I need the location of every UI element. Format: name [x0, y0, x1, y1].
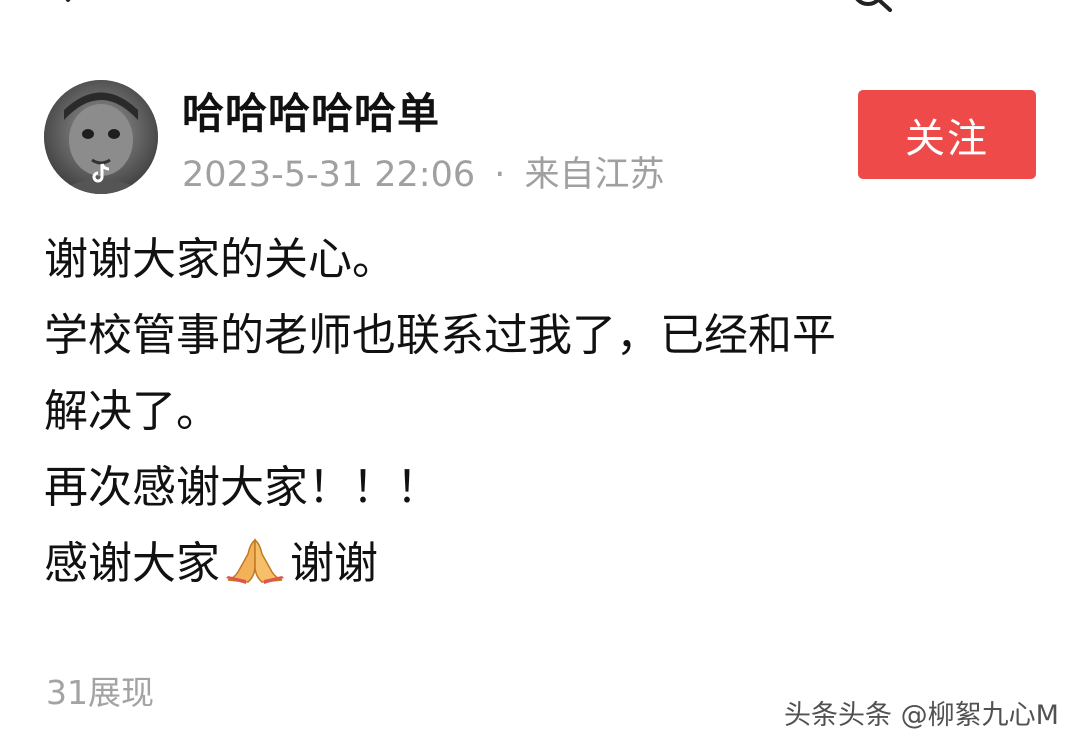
watermark: 头条头条 @柳絮九心M	[784, 700, 1059, 731]
folded-hands-icon	[226, 538, 284, 584]
meta-separator: ·	[494, 155, 506, 195]
post-line-with-emoji: 感谢大家 谢谢	[44, 526, 1034, 602]
back-arrow-icon[interactable]	[58, 0, 86, 14]
author-name[interactable]: 哈哈哈哈哈单	[182, 80, 440, 141]
avatar[interactable]	[44, 80, 158, 194]
post-location: 来自江苏	[524, 155, 665, 195]
post-line: 学校管事的老师也联系过我了，已经和平	[44, 310, 836, 361]
post-text-segment: 谢谢	[290, 538, 378, 589]
follow-button[interactable]: 关注	[858, 90, 1036, 179]
post-line: 谢谢大家的关心。	[44, 234, 396, 285]
view-count: 31展现	[46, 673, 154, 712]
post-body: 谢谢大家的关心。 学校管事的老师也联系过我了，已经和平 解决了。 再次感谢大家！…	[44, 222, 1034, 602]
search-icon[interactable]	[846, 0, 896, 14]
tiktok-logo-icon	[92, 163, 110, 183]
post-text-segment: 感谢大家	[44, 538, 220, 589]
top-nav-bar	[0, 0, 1080, 14]
post-line: 解决了。	[44, 386, 220, 437]
post-line: 再次感谢大家！！！	[44, 462, 440, 513]
post-date: 2023-5-31 22:06	[182, 155, 476, 195]
post-meta: 2023-5-31 22:06 · 来自江苏	[182, 146, 665, 197]
